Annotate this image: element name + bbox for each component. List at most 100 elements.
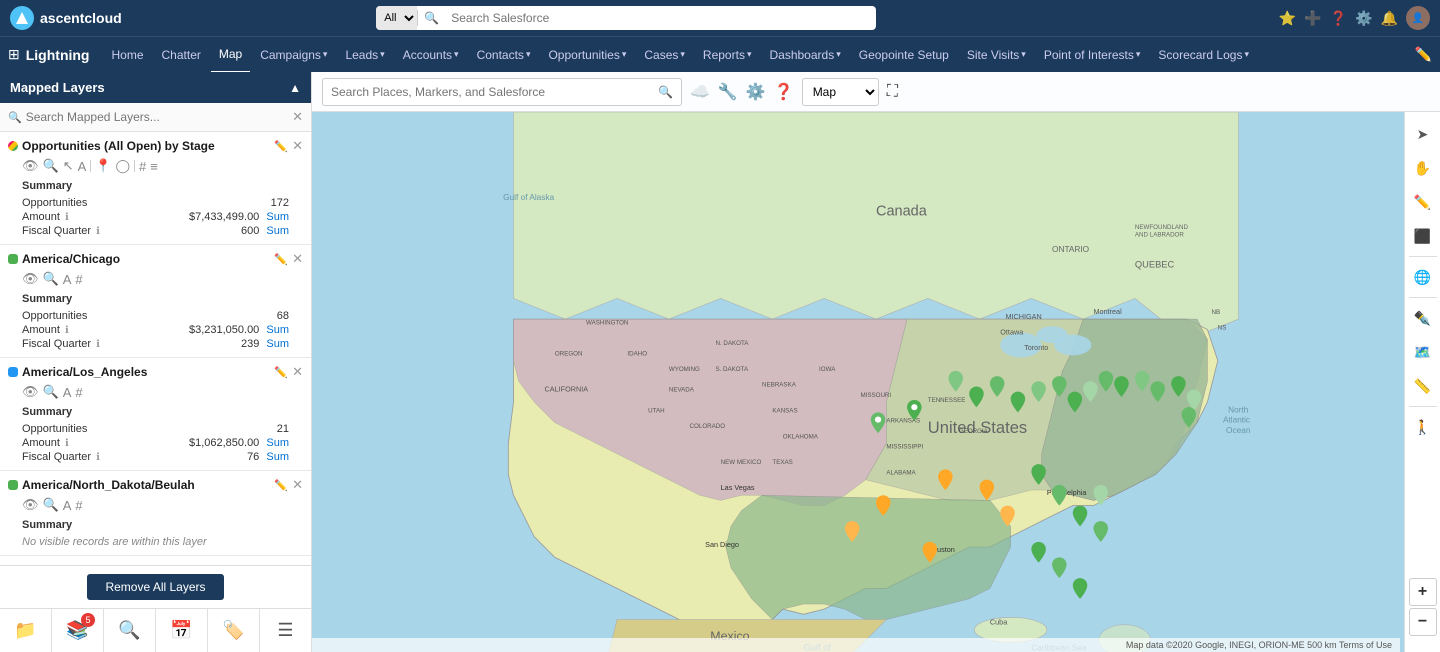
svg-text:TENNESSEE: TENNESSEE [928, 397, 966, 404]
nav-item-campaigns[interactable]: Campaigns ▾ [252, 37, 335, 73]
list-icon[interactable]: ≡ [150, 159, 158, 174]
gear-icon[interactable]: ⚙️ [746, 82, 766, 102]
nav-item-home[interactable]: Home [104, 37, 152, 73]
layer-edit-icon[interactable]: ✏️ [274, 366, 288, 379]
nav-item-opportunities[interactable]: Opportunities ▾ [540, 37, 634, 73]
bottom-tool-calendar[interactable]: 📅 [156, 609, 208, 652]
clear-search-icon[interactable]: ✕ [292, 109, 303, 125]
nav-item-contacts[interactable]: Contacts ▾ [469, 37, 539, 73]
layer-close-icon[interactable]: ✕ [292, 477, 303, 493]
nav-item-cases[interactable]: Cases ▾ [636, 37, 693, 73]
square-icon[interactable]: ⬛ [1409, 222, 1437, 250]
logo-icon [10, 6, 34, 30]
panel-collapse-icon[interactable]: ▲ [289, 81, 301, 95]
globe-icon[interactable]: 🗺️ [1409, 338, 1437, 366]
zoom-in-button[interactable]: + [1409, 578, 1437, 606]
nav-item-dashboards[interactable]: Dashboards ▾ [761, 37, 848, 73]
sum-link[interactable]: Sum [263, 225, 289, 237]
layer-edit-icon[interactable]: ✏️ [274, 479, 288, 492]
eye-icon[interactable]: 👁 [22, 497, 39, 513]
svg-text:IDAHO: IDAHO [627, 350, 647, 357]
nav-item-sitevisits[interactable]: Site Visits ▾ [959, 37, 1034, 73]
layer-tools: 👁 🔍 A # [22, 497, 303, 513]
top-bar-right: ⭐ ➕ ❓ ⚙️ 🔔 👤 [1279, 6, 1430, 30]
font-icon[interactable]: A [78, 159, 87, 174]
font-icon[interactable]: A [63, 272, 72, 287]
summary-key: Opportunities [22, 310, 87, 322]
layer-close-icon[interactable]: ✕ [292, 251, 303, 267]
sum-link[interactable]: Sum [263, 324, 289, 336]
map-type-dropdown[interactable]: Map Satellite Terrain [803, 78, 878, 106]
map-area: 🔍 ☁️ 🔧 ⚙️ ❓ Map Satellite Terrain ⛶ [312, 72, 1440, 652]
layer-edit-icon[interactable]: ✏️ [274, 253, 288, 266]
bottom-tool-folder[interactable]: 📁 [0, 609, 52, 652]
draw-icon[interactable]: ✒️ [1409, 304, 1437, 332]
layer-edit-icon[interactable]: ✏️ [274, 140, 288, 153]
remove-all-button[interactable]: Remove All Layers [87, 574, 223, 600]
nav-item-geopointe[interactable]: Geopointe Setup [851, 37, 957, 73]
zoom-icon[interactable]: 🔍 [43, 384, 59, 400]
person-icon[interactable]: 🚶 [1409, 413, 1437, 441]
bottom-tool-search[interactable]: 🔍 [104, 609, 156, 652]
sum-link[interactable]: Sum [263, 211, 289, 223]
nav-item-leads[interactable]: Leads ▾ [337, 37, 392, 73]
add-icon[interactable]: ➕ [1304, 10, 1321, 27]
eye-icon[interactable]: 👁 [22, 384, 39, 400]
layer-title-row: America/Los_Angeles ✏️ [8, 365, 288, 379]
wrench-icon[interactable]: 🔧 [718, 82, 738, 102]
zoom-icon[interactable]: 🔍 [43, 497, 59, 513]
nav-item-poi[interactable]: Point of Interests ▾ [1036, 37, 1149, 73]
layer-tools: 👁 🔍 A # [22, 384, 303, 400]
hash-icon[interactable]: # [75, 385, 82, 400]
navigate-icon[interactable]: ➤ [1409, 120, 1437, 148]
layer-close-icon[interactable]: ✕ [292, 138, 303, 154]
map-search-input[interactable] [331, 85, 658, 99]
hash-icon[interactable]: # [75, 272, 82, 287]
star-icon[interactable]: ⭐ [1279, 10, 1296, 27]
eye-icon[interactable]: 👁 [22, 158, 39, 174]
sum-link[interactable]: Sum [263, 451, 289, 463]
eraser-icon[interactable]: ✏️ [1409, 188, 1437, 216]
sum-link[interactable]: Sum [263, 338, 289, 350]
avatar[interactable]: 👤 [1406, 6, 1430, 30]
layer-tools: 👁 🔍 A # [22, 271, 303, 287]
search-filter-select[interactable]: All [376, 6, 417, 30]
zoom-out-button[interactable]: − [1409, 608, 1437, 636]
bottom-tool-route[interactable]: 🏷️ [208, 609, 260, 652]
help-icon[interactable]: ❓ [1330, 10, 1347, 27]
zoom-icon[interactable]: 🔍 [43, 271, 59, 287]
layer-search-input[interactable] [26, 110, 288, 124]
main-content: Mapped Layers ▲ 🔍 ✕ Opportunities (All O… [0, 72, 1440, 652]
cloud-icon[interactable]: ☁️ [690, 82, 710, 102]
nav-item-scorecard[interactable]: Scorecard Logs ▾ [1150, 37, 1257, 73]
help-circle-icon[interactable]: ❓ [774, 82, 794, 102]
eye-icon[interactable]: 👁 [22, 271, 39, 287]
expand-icon[interactable]: ⛶ [887, 83, 898, 101]
layer-close-icon[interactable]: ✕ [292, 364, 303, 380]
sphere-icon[interactable]: 🌐 [1409, 263, 1437, 291]
nav-item-reports[interactable]: Reports ▾ [695, 37, 760, 73]
edit-icon[interactable]: ✏️ [1415, 46, 1432, 63]
nav-item-chatter[interactable]: Chatter [154, 37, 209, 73]
hash-icon[interactable]: # [139, 159, 146, 174]
font-icon[interactable]: A [63, 498, 72, 513]
circle-icon[interactable]: ◯ [115, 158, 130, 174]
hand-icon[interactable]: ✋ [1409, 154, 1437, 182]
chevron-down-icon: ▾ [323, 49, 328, 60]
search-input[interactable] [445, 11, 876, 25]
nav-item-map[interactable]: Map [211, 37, 250, 73]
zoom-icon[interactable]: 🔍 [43, 158, 59, 174]
bottom-tool-layers[interactable]: 📚 5 [52, 609, 104, 652]
cursor-icon[interactable]: ↖ [63, 158, 74, 174]
sum-link[interactable]: Sum [263, 437, 289, 449]
grid-icon[interactable]: ⊞ [8, 46, 20, 63]
pin-icon[interactable]: 📍 [95, 158, 111, 174]
nav-item-accounts[interactable]: Accounts ▾ [395, 37, 467, 73]
font-icon[interactable]: A [63, 385, 72, 400]
settings-icon[interactable]: ⚙️ [1355, 10, 1372, 27]
bottom-tool-list[interactable]: ☰ [260, 609, 311, 652]
measure-icon[interactable]: 📏 [1409, 372, 1437, 400]
info-icon: ℹ [96, 226, 100, 237]
notifications-icon[interactable]: 🔔 [1381, 10, 1398, 27]
hash-icon[interactable]: # [75, 498, 82, 513]
